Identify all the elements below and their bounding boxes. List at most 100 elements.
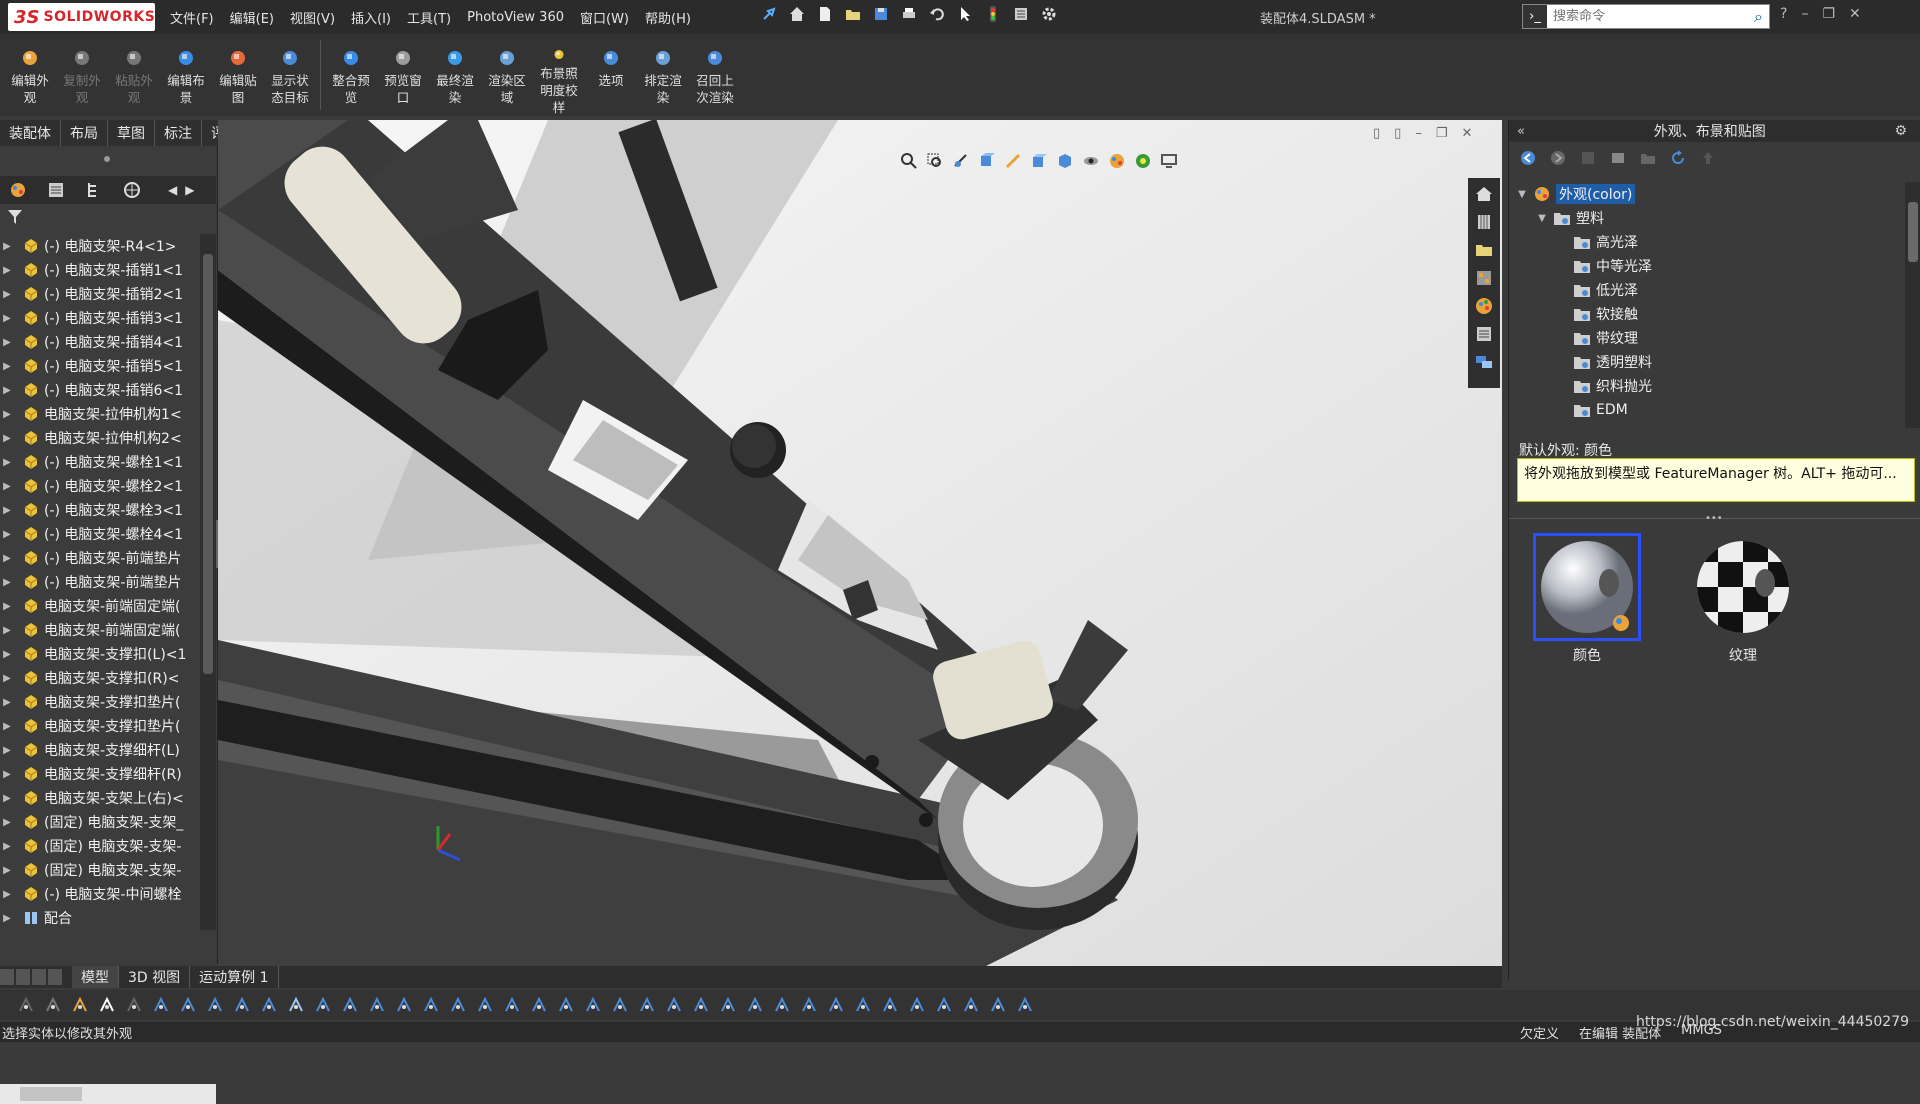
sketch-tool-icon[interactable] [43, 995, 63, 1015]
appearance-tab-icon[interactable] [8, 181, 28, 199]
filter-icon[interactable] [6, 208, 26, 230]
ribbon-button-5[interactable]: 显示状态目标 [264, 34, 316, 116]
menu-item-2[interactable]: 视图(V) [290, 8, 335, 27]
sketch-tool-icon[interactable] [907, 995, 927, 1015]
sketch-tool-icon[interactable] [340, 995, 360, 1015]
expand-arrow-icon[interactable]: ▶ [0, 793, 14, 804]
library-tree-item[interactable]: EDM [1509, 398, 1905, 422]
bottom-tab-2[interactable]: 运动算例 1 [190, 966, 279, 988]
sketch-tool-icon[interactable] [394, 995, 414, 1015]
sketch-tool-icon[interactable] [637, 995, 657, 1015]
library-tree-item[interactable]: 带纹理 [1509, 326, 1905, 350]
file-properties-icon[interactable] [1012, 5, 1030, 23]
expand-arrow-icon[interactable]: ▶ [0, 433, 14, 444]
sketch-tool-icon[interactable] [124, 995, 144, 1015]
gear-icon[interactable] [1040, 5, 1058, 23]
ribbon-button-3[interactable]: 编辑布景 [160, 34, 212, 116]
ribbon-button-13[interactable]: 召回上次渲染 [689, 34, 741, 116]
feature-tree-item[interactable]: ▶ 电脑支架-前端固定端( [0, 618, 200, 642]
zoom-area-icon[interactable] [926, 152, 944, 170]
back-icon[interactable] [1519, 149, 1537, 167]
menu-item-7[interactable]: 帮助(H) [645, 8, 691, 27]
library-tree-item[interactable]: 软接触 [1509, 302, 1905, 326]
library-tree-scrollbar[interactable] [1905, 182, 1920, 428]
select-pointer-icon[interactable] [956, 5, 974, 23]
sketch-tool-icon[interactable] [961, 995, 981, 1015]
sketch-tool-icon[interactable] [556, 995, 576, 1015]
help-icon[interactable]: ? [1780, 6, 1787, 22]
design-library-icon[interactable] [1474, 212, 1494, 232]
splitter-grip[interactable]: ••• [1705, 513, 1723, 524]
last-tab-icon[interactable] [48, 969, 62, 985]
feature-tree-item[interactable]: ▶ 电脑支架-拉伸机构1< [0, 402, 200, 426]
tile-right-icon[interactable]: ▯ [1394, 126, 1401, 141]
feature-tree-item[interactable]: ▶ (固定) 电脑支架-支架_ [0, 810, 200, 834]
restore-icon[interactable]: ❐ [1822, 6, 1835, 22]
search-input[interactable] [1547, 5, 1755, 28]
sketch-tool-icon[interactable] [16, 995, 36, 1015]
feature-tree-item[interactable]: ▶ 电脑支架-支撑细杆(L) [0, 738, 200, 762]
expand-arrow-icon[interactable]: ▶ [0, 241, 14, 252]
appearance-swatch[interactable]: 纹理 [1689, 533, 1797, 665]
ribbon-button-0[interactable]: 编辑外观 [4, 34, 56, 116]
expand-arrow-icon[interactable]: ▼ [1535, 213, 1549, 224]
sketch-tool-icon[interactable] [151, 995, 171, 1015]
print-icon[interactable] [900, 5, 918, 23]
sketch-tool-icon[interactable] [772, 995, 792, 1015]
tile-left-icon[interactable]: ▯ [1373, 126, 1380, 141]
sketch-tool-icon[interactable] [502, 995, 522, 1015]
sketch-tool-icon[interactable] [853, 995, 873, 1015]
expand-arrow-icon[interactable]: ▶ [0, 409, 14, 420]
expand-arrow-icon[interactable]: ▶ [0, 337, 14, 348]
expand-arrow-icon[interactable]: ▶ [0, 505, 14, 516]
expand-arrow-icon[interactable]: ▼ [1515, 189, 1529, 200]
feature-tree-item[interactable]: ▶ (-) 电脑支架-螺栓4<1 [0, 522, 200, 546]
ribbon-button-6[interactable]: 整合预览 [325, 34, 377, 116]
sketch-tool-icon[interactable] [826, 995, 846, 1015]
library-tree-item[interactable]: 高光泽 [1509, 230, 1905, 254]
menu-item-1[interactable]: 编辑(E) [230, 8, 274, 27]
dynamic-annotation-icon[interactable] [1004, 152, 1022, 170]
sketch-tool-icon[interactable] [880, 995, 900, 1015]
feature-tree-item[interactable]: ▶ 电脑支架-支撑细杆(R) [0, 762, 200, 786]
expand-arrow-icon[interactable]: ▶ [0, 577, 14, 588]
search-box[interactable]: ›_ ⌕ [1522, 4, 1770, 29]
sketch-tool-icon[interactable] [178, 995, 198, 1015]
expand-arrow-icon[interactable]: ▶ [0, 841, 14, 852]
close-icon[interactable]: ✕ [1849, 6, 1861, 22]
expand-arrow-icon[interactable]: ▶ [0, 265, 14, 276]
ribbon-button-9[interactable]: 渲染区域 [481, 34, 533, 116]
open-folder-icon[interactable] [844, 5, 862, 23]
feature-tree-item[interactable]: ▶ (-) 电脑支架-插销2<1 [0, 282, 200, 306]
sketch-tool-icon[interactable] [1015, 995, 1035, 1015]
command-tab-3[interactable]: 标注 [155, 120, 202, 146]
zoom-to-fit-icon[interactable] [900, 152, 918, 170]
solidworks-resources-icon[interactable] [1474, 184, 1494, 204]
library-tree-item[interactable]: ▼ 外观(color) [1509, 182, 1905, 206]
display-style-icon[interactable] [1056, 152, 1074, 170]
expand-arrow-icon[interactable]: ▶ [0, 313, 14, 324]
sketch-tool-icon[interactable] [448, 995, 468, 1015]
tab-scroll-right-icon[interactable]: ▶ [185, 183, 194, 197]
command-tab-1[interactable]: 布局 [61, 120, 108, 146]
library-tree-item[interactable]: 透明塑料 [1509, 350, 1905, 374]
library-tree-item[interactable]: ▼ 塑料 [1509, 206, 1905, 230]
expand-arrow-icon[interactable]: ▶ [0, 289, 14, 300]
pin-icon[interactable] [760, 5, 778, 23]
feature-tree-horizontal-scrollbar[interactable] [0, 1084, 216, 1104]
library-tree-item[interactable]: 中等光泽 [1509, 254, 1905, 278]
sketch-tool-icon[interactable] [259, 995, 279, 1015]
appearance-swatch[interactable]: 颜色 [1533, 533, 1641, 665]
property-manager-tab-icon[interactable] [46, 181, 66, 199]
expand-arrow-icon[interactable]: ▶ [0, 769, 14, 780]
sketch-tool-icon[interactable] [583, 995, 603, 1015]
feature-tree-item[interactable]: ▶ (-) 电脑支架-中间螺栓 [0, 882, 200, 906]
previous-view-icon[interactable] [952, 152, 970, 170]
sketch-tool-icon[interactable] [664, 995, 684, 1015]
feature-tree-item[interactable]: ▶ 电脑支架-支撑扣垫片( [0, 690, 200, 714]
appearances-scenes-icon[interactable] [1474, 296, 1494, 316]
sketch-tool-icon[interactable] [367, 995, 387, 1015]
expand-arrow-icon[interactable]: ▶ [0, 529, 14, 540]
next-tab-icon[interactable] [32, 969, 46, 985]
menu-item-0[interactable]: 文件(F) [170, 8, 214, 27]
